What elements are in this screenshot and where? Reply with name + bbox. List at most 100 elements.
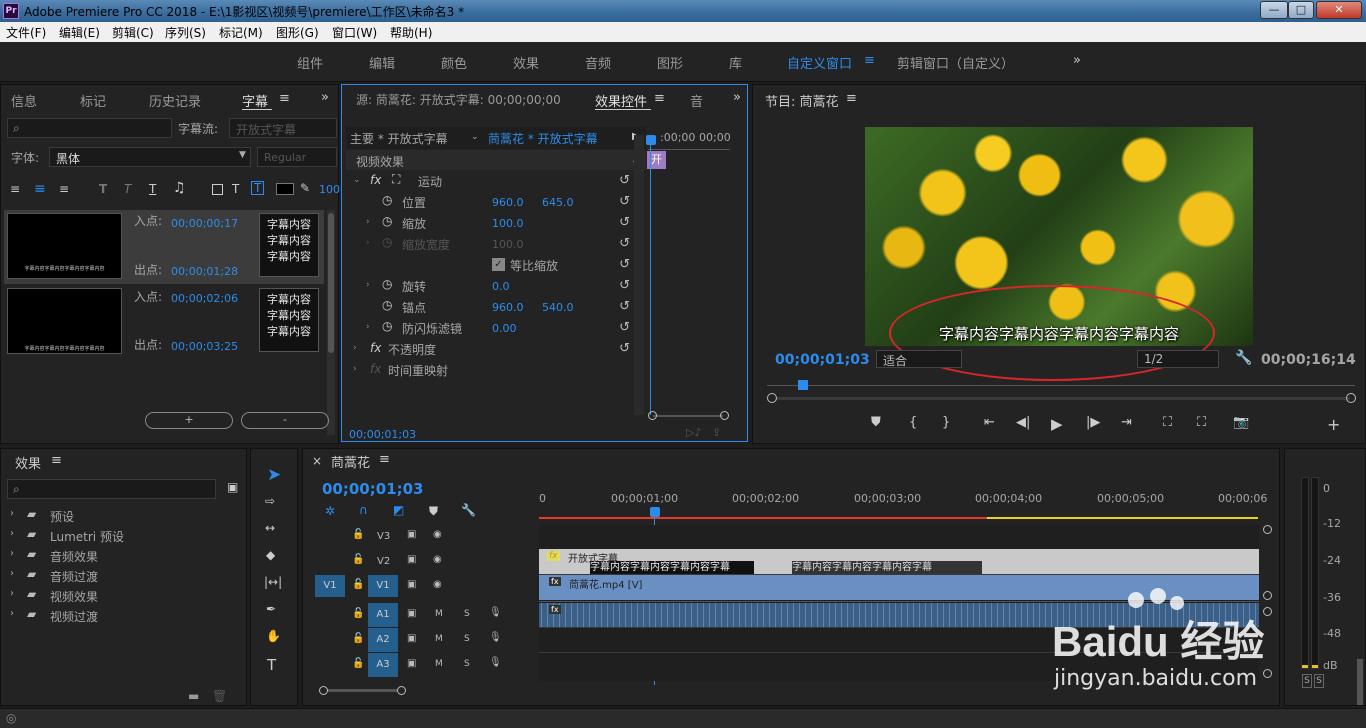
button-editor-icon[interactable]: + bbox=[1327, 415, 1340, 434]
current-timecode[interactable]: 00;00;01;03 bbox=[775, 352, 870, 368]
menu-clip[interactable]: 剪辑(C) bbox=[112, 24, 154, 41]
reset-icon[interactable]: ↺ bbox=[619, 194, 630, 209]
microphone-icon[interactable]: 🎙 bbox=[489, 657, 502, 668]
solo-left-button[interactable]: S bbox=[1302, 674, 1312, 688]
fit-select[interactable]: 适合 bbox=[876, 350, 962, 368]
track-scroll[interactable] bbox=[1263, 525, 1272, 681]
bold-icon[interactable]: T bbox=[99, 182, 107, 196]
ripple-edit-icon[interactable]: ↔ bbox=[265, 521, 275, 535]
mute-button[interactable]: M bbox=[435, 609, 443, 619]
expand-icon[interactable]: › bbox=[366, 217, 370, 227]
zoom-handle-right[interactable] bbox=[720, 411, 729, 420]
anchor-y-value[interactable]: 540.0 bbox=[542, 301, 574, 314]
expand-icon[interactable]: › bbox=[366, 280, 370, 290]
workspace-tab[interactable]: 图形 bbox=[657, 53, 683, 72]
caption-search-input[interactable]: ⌕ bbox=[7, 118, 172, 138]
fx-icon[interactable]: fx bbox=[370, 341, 381, 355]
scroll-handle[interactable] bbox=[1263, 607, 1272, 616]
menu-file[interactable]: 文件(F) bbox=[6, 24, 46, 41]
text-color-icon[interactable]: T bbox=[232, 182, 239, 196]
background-box-icon[interactable] bbox=[212, 184, 223, 195]
solo-button[interactable]: S bbox=[464, 634, 470, 644]
sequence-tab[interactable]: 茼蒿花 bbox=[331, 452, 370, 471]
stopwatch-icon[interactable]: ◷ bbox=[382, 214, 392, 228]
razor-tool-icon[interactable]: ◆ bbox=[266, 548, 275, 562]
font-style-select[interactable]: Regular bbox=[257, 147, 337, 167]
tab-captions[interactable]: 字幕 bbox=[242, 91, 268, 110]
menu-window[interactable]: 窗口(W) bbox=[332, 24, 377, 41]
slip-tool-icon[interactable]: |↔| bbox=[264, 575, 282, 589]
audio-clip[interactable]: fx bbox=[539, 603, 1259, 627]
source-patch-v1[interactable]: V1 bbox=[315, 575, 345, 597]
scrollbar[interactable] bbox=[327, 210, 335, 435]
expand-icon[interactable]: › bbox=[366, 322, 370, 332]
in-point-time[interactable]: 00;00;02;06 bbox=[171, 292, 238, 305]
reset-icon[interactable]: ↺ bbox=[619, 215, 630, 230]
add-marker-icon[interactable]: ⛊ bbox=[429, 504, 438, 519]
scroll-handle[interactable] bbox=[1263, 591, 1272, 600]
effect-timecode[interactable]: 00;00;01;03 bbox=[349, 428, 416, 441]
tree-item[interactable]: › ▰ 音频过渡 bbox=[10, 566, 240, 586]
sequence-clip-label[interactable]: 茼蒿花 * 开放式字幕 bbox=[488, 130, 598, 147]
sync-lock-icon[interactable]: ▣ bbox=[407, 608, 416, 619]
stopwatch-icon[interactable]: ◷ bbox=[382, 298, 392, 312]
align-center-icon[interactable]: ≡ bbox=[34, 181, 46, 197]
master-clip-label[interactable]: 主要 * 开放式字幕 bbox=[350, 130, 448, 147]
lock-icon[interactable]: 🔓 bbox=[352, 529, 364, 540]
position-x-value[interactable]: 960.0 bbox=[492, 196, 524, 209]
uniform-scale-checkbox[interactable]: ✓ bbox=[492, 258, 505, 271]
panel-menu-icon[interactable]: ≡ bbox=[654, 91, 665, 106]
play-icon[interactable]: ▶ bbox=[1051, 415, 1063, 433]
tab-history[interactable]: 历史记录 bbox=[149, 91, 201, 110]
time-ruler[interactable]: 0 00;00;01;00 00;00;02;00 00;00;03;00 00… bbox=[539, 489, 1267, 521]
zoom-handle-right[interactable] bbox=[1346, 393, 1356, 403]
tab-markers[interactable]: 标记 bbox=[80, 91, 106, 110]
sync-lock-icon[interactable]: ▣ bbox=[407, 529, 416, 540]
nest-icon[interactable]: ✲ bbox=[325, 504, 335, 518]
mark-out-icon[interactable]: } bbox=[942, 415, 950, 430]
zoom-bar[interactable] bbox=[653, 415, 723, 417]
workspace-tab[interactable]: 效果 bbox=[513, 53, 539, 72]
timeline-settings-icon[interactable]: 🔧 bbox=[461, 503, 476, 517]
tab-info[interactable]: 信息 bbox=[11, 91, 37, 110]
font-select[interactable]: 黑体 bbox=[49, 147, 251, 167]
out-point-time[interactable]: 00;00;01;28 bbox=[171, 265, 238, 278]
edge-color-icon[interactable]: T bbox=[251, 181, 265, 195]
zoom-bar[interactable] bbox=[328, 689, 397, 692]
mute-button[interactable]: M bbox=[435, 634, 443, 644]
zoom-handle-left[interactable] bbox=[319, 686, 328, 695]
workspace-tab[interactable]: 编辑 bbox=[369, 53, 395, 72]
color-swatch[interactable] bbox=[276, 183, 294, 195]
solo-button[interactable]: S bbox=[464, 609, 470, 619]
workspace-tab[interactable]: 颜色 bbox=[441, 53, 467, 72]
timeline-playhead-handle[interactable] bbox=[650, 507, 660, 517]
new-bin-icon[interactable]: ▣ bbox=[227, 480, 238, 494]
solo-button[interactable]: S bbox=[464, 659, 470, 669]
music-note-icon[interactable]: ♫ bbox=[173, 180, 186, 196]
sync-lock-icon[interactable]: ▣ bbox=[407, 554, 416, 565]
delete-icon[interactable]: 🗑 bbox=[212, 689, 227, 703]
scale-value[interactable]: 100.0 bbox=[492, 217, 524, 230]
in-point-time[interactable]: 00;00;00;17 bbox=[171, 217, 238, 230]
playhead-handle[interactable] bbox=[646, 135, 656, 145]
track-label[interactable]: A2 bbox=[368, 628, 398, 652]
track-label[interactable]: V2 bbox=[377, 556, 390, 567]
expand-icon[interactable]: › bbox=[353, 364, 357, 374]
eye-icon[interactable]: ◉ bbox=[433, 554, 442, 565]
chevron-down-icon[interactable]: ⌄ bbox=[471, 132, 479, 142]
workspace-tab[interactable]: 库 bbox=[729, 53, 742, 72]
quality-select[interactable]: 1/2 bbox=[1137, 350, 1219, 368]
remove-caption-button[interactable]: - bbox=[241, 412, 329, 429]
lock-icon[interactable]: 🔓 bbox=[352, 608, 364, 619]
caption-block[interactable]: 字幕内容字幕内容字幕内容字幕 bbox=[590, 561, 754, 574]
track-label[interactable]: A1 bbox=[368, 603, 398, 627]
new-folder-icon[interactable]: ▬ bbox=[188, 689, 199, 703]
underline-icon[interactable]: T bbox=[149, 182, 156, 196]
chevron-down-icon[interactable]: ▼ bbox=[239, 150, 246, 160]
video-clip[interactable]: fx 茼蒿花.mp4 [V] bbox=[539, 575, 1259, 600]
zoom-handle-right[interactable] bbox=[397, 686, 406, 695]
menu-help[interactable]: 帮助(H) bbox=[390, 24, 432, 41]
mute-button[interactable]: M bbox=[435, 659, 443, 669]
hand-tool-icon[interactable]: ✋ bbox=[266, 629, 281, 643]
more-workspaces-icon[interactable]: » bbox=[1073, 53, 1081, 68]
